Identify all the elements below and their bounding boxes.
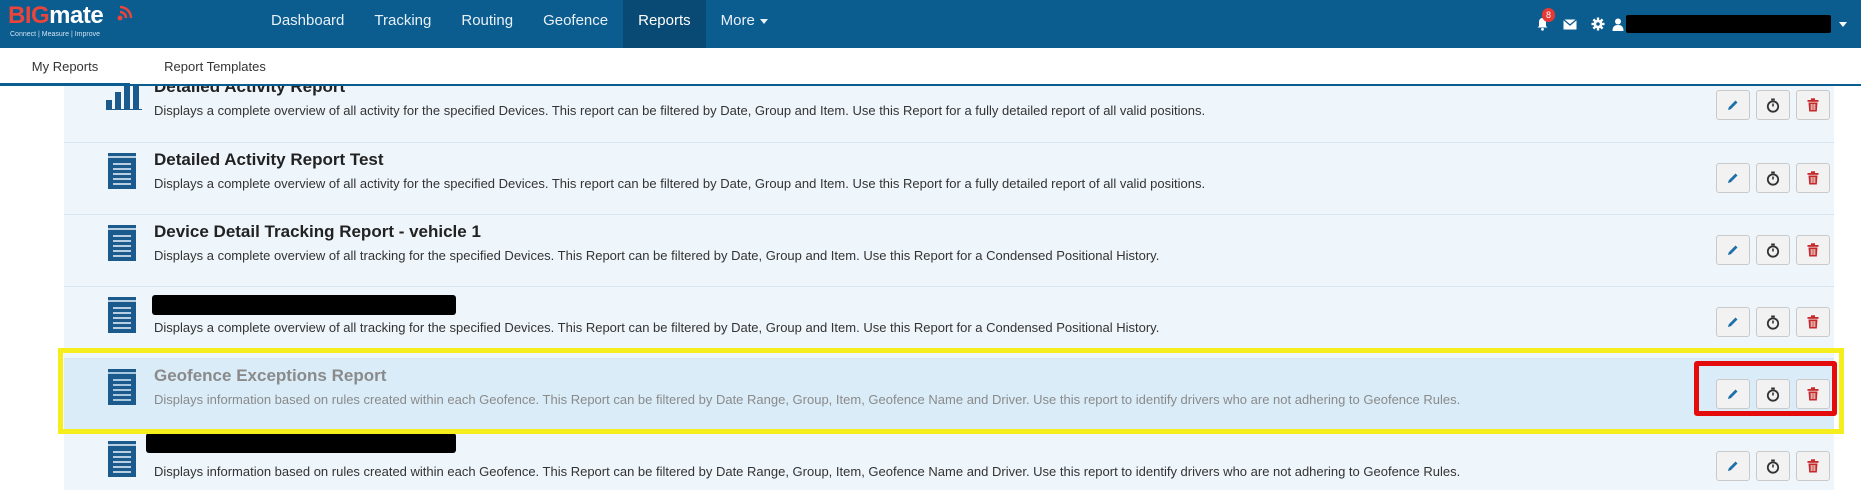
report-description: Displays a complete overview of all trac…: [154, 320, 1160, 335]
pencil-icon: [1728, 317, 1738, 327]
report-title: Detailed Activity Report: [154, 86, 346, 96]
report-tabs: My Reports Report Templates: [0, 48, 1861, 86]
nav-reports[interactable]: Reports: [623, 0, 706, 48]
trash-icon: [1807, 387, 1819, 401]
notifications-button[interactable]: 8: [1528, 0, 1556, 48]
report-description: Displays information based on rules crea…: [154, 464, 1461, 479]
report-title: Geofence Exceptions Report: [154, 366, 387, 385]
username-redacted: [1626, 15, 1831, 33]
report-row-selected[interactable]: Geofence Exceptions Report Displays info…: [64, 358, 1834, 430]
stopwatch-icon: [1766, 243, 1780, 258]
delete-report-button[interactable]: [1796, 379, 1830, 409]
stopwatch-icon: [1766, 315, 1780, 330]
report-title-redacted: [146, 433, 456, 453]
tab-my-reports[interactable]: My Reports: [0, 48, 130, 86]
gear-icon: [1591, 17, 1605, 31]
nav-tracking[interactable]: Tracking: [359, 0, 446, 48]
schedule-report-button[interactable]: [1756, 379, 1790, 409]
schedule-report-button[interactable]: [1756, 451, 1790, 481]
delete-report-button[interactable]: [1796, 235, 1830, 265]
document-icon: [108, 225, 136, 261]
document-icon: [108, 153, 136, 189]
document-icon: [108, 369, 136, 405]
nav-routing[interactable]: Routing: [446, 0, 528, 48]
delete-report-button[interactable]: [1796, 90, 1830, 120]
user-icon: [1612, 18, 1624, 31]
schedule-report-button[interactable]: [1756, 163, 1790, 193]
report-row[interactable]: Displays information based on rules crea…: [64, 430, 1834, 490]
report-actions: [1716, 451, 1830, 481]
notification-count-badge: 8: [1542, 8, 1556, 22]
report-title-redacted: [152, 295, 456, 315]
pencil-icon: [1728, 389, 1738, 399]
report-description: Displays information based on rules crea…: [154, 392, 1461, 407]
document-icon: [108, 297, 136, 333]
bigmate-logo[interactable]: BIGmate Connect | Measure | Improve: [8, 2, 138, 46]
schedule-report-button[interactable]: [1756, 307, 1790, 337]
report-actions: [1716, 379, 1830, 409]
report-row[interactable]: Device Detail Tracking Report - vehicle …: [64, 214, 1834, 286]
stopwatch-icon: [1766, 98, 1780, 113]
report-actions: [1716, 307, 1830, 337]
messages-button[interactable]: [1556, 0, 1584, 48]
logo-tagline: Connect | Measure | Improve: [10, 31, 101, 38]
header-actions: 8: [1528, 0, 1861, 48]
delete-report-button[interactable]: [1796, 307, 1830, 337]
pencil-icon: [1728, 173, 1738, 183]
trash-icon: [1807, 243, 1819, 257]
stopwatch-icon: [1766, 387, 1780, 402]
tab-report-templates[interactable]: Report Templates: [150, 48, 280, 86]
report-description: Displays a complete overview of all trac…: [154, 248, 1160, 263]
report-row[interactable]: Detailed Activity Report Displays a comp…: [64, 86, 1834, 142]
report-description: Displays a complete overview of all acti…: [154, 176, 1206, 191]
nav-dashboard[interactable]: Dashboard: [256, 0, 359, 48]
report-actions: [1716, 90, 1830, 120]
bar-chart-icon: [106, 86, 142, 110]
nav-more[interactable]: More: [706, 0, 783, 48]
delete-report-button[interactable]: [1796, 451, 1830, 481]
report-list: Detailed Activity Report Displays a comp…: [0, 86, 1861, 490]
stopwatch-icon: [1766, 171, 1780, 186]
report-row[interactable]: Displays a complete overview of all trac…: [64, 286, 1834, 358]
pencil-icon: [1728, 100, 1738, 110]
nav-geofence[interactable]: Geofence: [528, 0, 623, 48]
settings-button[interactable]: [1584, 0, 1612, 48]
edit-report-button[interactable]: [1716, 235, 1750, 265]
schedule-report-button[interactable]: [1756, 90, 1790, 120]
logo-mate: mate: [49, 2, 104, 29]
signal-icon: [117, 5, 133, 21]
document-icon: [108, 441, 136, 477]
report-title: Device Detail Tracking Report - vehicle …: [154, 222, 481, 241]
report-actions: [1716, 235, 1830, 265]
trash-icon: [1807, 171, 1819, 185]
schedule-report-button[interactable]: [1756, 235, 1790, 265]
main-nav: Dashboard Tracking Routing Geofence Repo…: [256, 0, 783, 48]
edit-report-button[interactable]: [1716, 379, 1750, 409]
stopwatch-icon: [1766, 459, 1780, 474]
edit-report-button[interactable]: [1716, 163, 1750, 193]
chevron-down-icon: [759, 18, 768, 24]
pencil-icon: [1728, 245, 1738, 255]
logo-big: BIG: [8, 2, 50, 29]
delete-report-button[interactable]: [1796, 163, 1830, 193]
nav-more-label: More: [720, 12, 755, 29]
user-menu-button[interactable]: [1612, 0, 1861, 48]
report-title: Detailed Activity Report Test: [154, 150, 384, 169]
edit-report-button[interactable]: [1716, 90, 1750, 120]
report-row[interactable]: Detailed Activity Report Test Displays a…: [64, 142, 1834, 214]
envelope-icon: [1563, 18, 1577, 29]
trash-icon: [1807, 315, 1819, 329]
pencil-icon: [1728, 461, 1738, 471]
top-navbar: BIGmate Connect | Measure | Improve Dash…: [0, 0, 1861, 48]
trash-icon: [1807, 459, 1819, 473]
edit-report-button[interactable]: [1716, 451, 1750, 481]
trash-icon: [1807, 98, 1819, 112]
report-actions: [1716, 163, 1830, 193]
user-chevron-down-icon: [1839, 21, 1847, 27]
edit-report-button[interactable]: [1716, 307, 1750, 337]
report-description: Displays a complete overview of all acti…: [154, 103, 1206, 118]
